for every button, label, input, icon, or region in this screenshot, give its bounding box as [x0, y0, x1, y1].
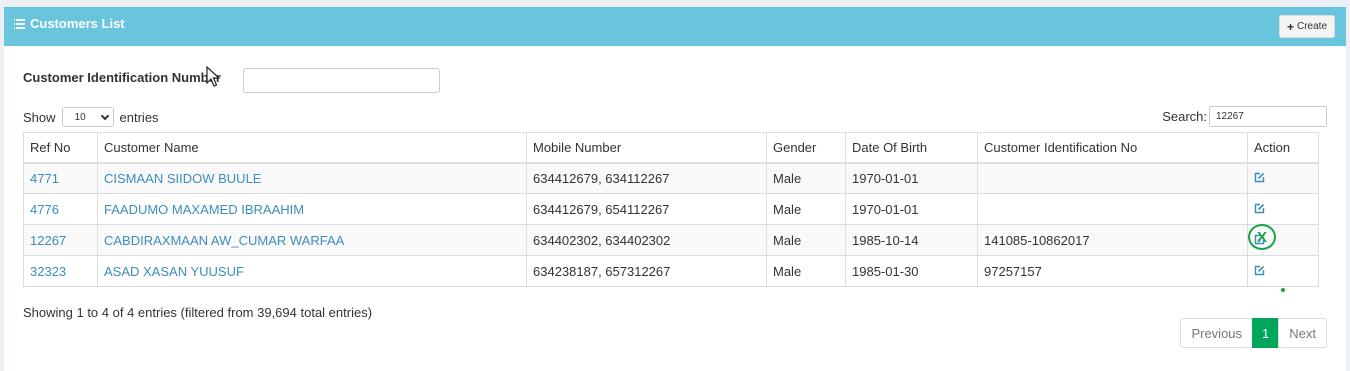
gender-cell: Male — [766, 193, 846, 225]
plus-icon: + — [1286, 19, 1294, 34]
column-header-ref-no[interactable]: Ref No — [23, 132, 98, 164]
action-cell — [1247, 162, 1319, 194]
edit-icon[interactable] — [1254, 172, 1265, 183]
customer-identification-cell — [977, 193, 1248, 225]
list-icon — [14, 17, 25, 31]
gender-cell: Male — [766, 162, 846, 194]
column-header-date-of-birth[interactable]: Date Of Birth — [845, 132, 978, 164]
box-header: Customers List + Create — [4, 8, 1346, 46]
customer-identification-cell — [977, 162, 1248, 194]
table-row: 4771 CISMAAN SIIDOW BUULE 634412679, 634… — [23, 162, 1319, 194]
ref-no-link[interactable]: 32323 — [30, 264, 66, 279]
pagination: Previous 1 Next — [1180, 318, 1327, 348]
gender-cell: Male — [766, 255, 846, 287]
customer-name-cell[interactable]: CISMAAN SIIDOW BUULE — [97, 162, 527, 194]
date-of-birth-cell: 1985-01-30 — [845, 255, 978, 287]
mobile-number-cell: 634238187, 657312267 — [526, 255, 767, 287]
create-button[interactable]: + Create — [1278, 15, 1335, 38]
customer-name-link[interactable]: CISMAAN SIIDOW BUULE — [104, 171, 261, 186]
customer-name-link[interactable]: CABDIRAXMAAN AW_CUMAR WARFAA — [104, 233, 344, 248]
ref-no-link[interactable]: 12267 — [30, 233, 66, 248]
date-of-birth-cell: 1985-10-14 — [845, 224, 978, 256]
mobile-number-cell: 634412679, 634112267 — [526, 162, 767, 194]
customer-name-cell[interactable]: ASAD XASAN YUUSUF — [97, 255, 527, 287]
search-input[interactable]: 12267 — [1209, 106, 1327, 127]
ref-no-cell[interactable]: 4776 — [23, 193, 98, 225]
ref-no-cell[interactable]: 32323 — [23, 255, 98, 287]
entries-select[interactable]: 10 — [61, 107, 114, 127]
customers-table: Ref No Customer Name Mobile Number Gende… — [23, 132, 1319, 287]
status-dot — [1281, 288, 1285, 292]
action-cell — [1247, 255, 1319, 287]
entries-label: entries — [119, 109, 159, 125]
column-header-mobile-number[interactable]: Mobile Number — [526, 132, 767, 164]
customer-identification-cell: 97257157 — [977, 255, 1248, 287]
date-of-birth-cell: 1970-01-01 — [845, 162, 978, 194]
mouse-cursor-icon — [206, 66, 220, 87]
close-marker-icon[interactable]: X — [1248, 224, 1276, 250]
date-of-birth-cell: 1970-01-01 — [845, 193, 978, 225]
action-cell — [1247, 193, 1319, 225]
page-1-button[interactable]: 1 — [1252, 318, 1280, 348]
column-header-gender[interactable]: Gender — [766, 132, 846, 164]
ref-no-cell[interactable]: 12267 — [23, 224, 98, 256]
column-header-action: Action — [1247, 132, 1319, 164]
ref-no-cell[interactable]: 4771 — [23, 162, 98, 194]
box-title: Customers List — [14, 16, 125, 31]
edit-icon[interactable] — [1254, 203, 1265, 214]
create-button-label: Create — [1296, 21, 1327, 32]
column-header-customer-identification-no[interactable]: Customer Identification No — [977, 132, 1248, 164]
entries-select-value: 10 — [74, 111, 86, 123]
gender-cell: Male — [766, 224, 846, 256]
show-label: Show — [23, 109, 56, 125]
customer-id-filter-input[interactable] — [243, 68, 440, 93]
customer-id-filter-label: Customer Identification Number — [23, 70, 221, 85]
mobile-number-cell: 634412679, 654112267 — [526, 193, 767, 225]
search-label: Search: — [1162, 109, 1207, 124]
page-title: Customers List — [30, 16, 125, 31]
table-info: Showing 1 to 4 of 4 entries (filtered fr… — [23, 305, 373, 320]
edit-icon[interactable] — [1254, 265, 1265, 276]
length-control: Show 10 entries — [23, 107, 159, 127]
chevron-down-icon — [100, 111, 109, 120]
search-control: Search: 12267 — [1162, 106, 1327, 127]
previous-page-button[interactable]: Previous — [1180, 318, 1254, 348]
ref-no-link[interactable]: 4776 — [30, 202, 59, 217]
next-page-button[interactable]: Next — [1278, 318, 1327, 348]
customer-identification-cell: 141085-10862017 — [977, 224, 1248, 256]
column-header-customer-name[interactable]: Customer Name — [97, 132, 527, 164]
table-row: 4776 FAADUMO MAXAMED IBRAAHIM 634412679,… — [23, 193, 1319, 225]
table-row: 12267 CABDIRAXMAAN AW_CUMAR WARFAA 63440… — [23, 224, 1319, 256]
customer-name-link[interactable]: FAADUMO MAXAMED IBRAAHIM — [104, 202, 304, 217]
table-row: 32323 ASAD XASAN YUUSUF 634238187, 65731… — [23, 255, 1319, 287]
customer-name-link[interactable]: ASAD XASAN YUUSUF — [104, 264, 244, 279]
table-header-row: Ref No Customer Name Mobile Number Gende… — [23, 132, 1319, 164]
mobile-number-cell: 634402302, 634402302 — [526, 224, 767, 256]
customer-name-cell[interactable]: CABDIRAXMAAN AW_CUMAR WARFAA — [97, 224, 527, 256]
customer-name-cell[interactable]: FAADUMO MAXAMED IBRAAHIM — [97, 193, 527, 225]
ref-no-link[interactable]: 4771 — [30, 171, 59, 186]
